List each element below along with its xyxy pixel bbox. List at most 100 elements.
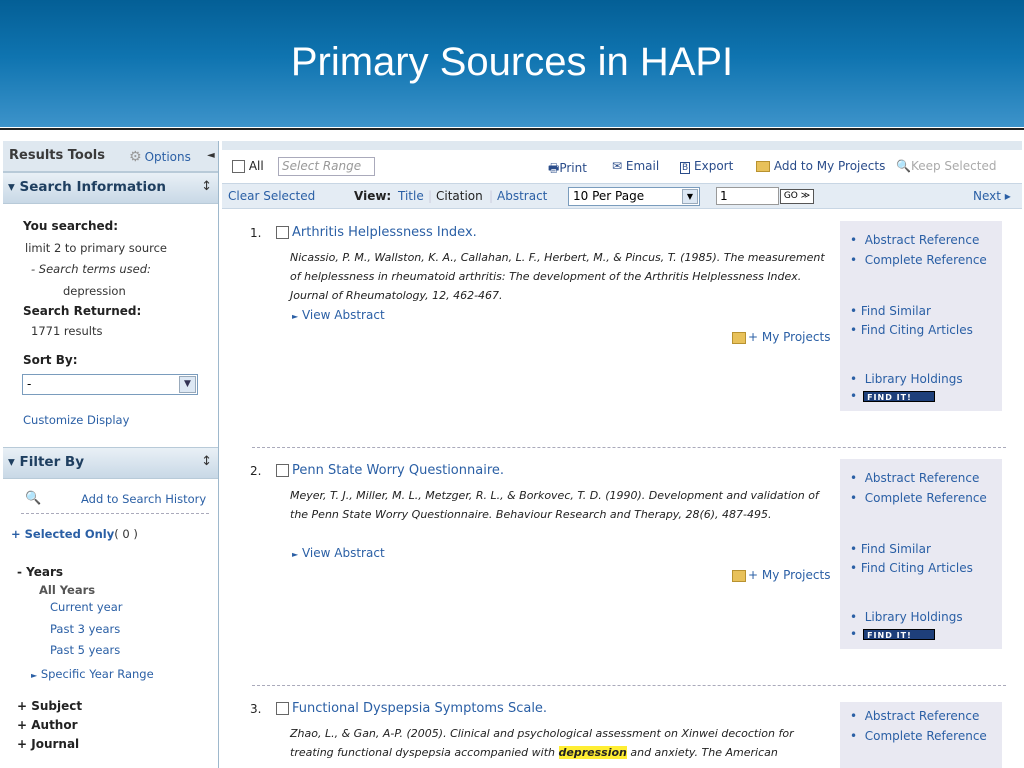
result-number: 1. — [250, 226, 262, 240]
complete-reference-link[interactable]: • Complete Reference — [850, 253, 987, 267]
result-citation: Zhao, L., & Gan, A-P. (2005). Clinical a… — [290, 727, 794, 759]
clear-selected-link[interactable]: Clear Selected — [228, 189, 315, 203]
result-checkbox[interactable] — [276, 226, 289, 239]
result-citation: Meyer, T. J., Miller, M. L., Metzger, R.… — [290, 489, 819, 521]
magnifier-add-icon: 🔍 — [25, 491, 42, 506]
keep-icon: 🔍 — [896, 159, 911, 173]
complete-reference-link[interactable]: • Complete Reference — [850, 729, 987, 743]
per-page-value: 10 Per Page — [573, 189, 645, 203]
result-title-link[interactable]: Arthritis Helplessness Index. — [292, 225, 477, 240]
printer-icon: 🖶 — [548, 161, 560, 175]
add-to-my-projects-link[interactable]: + My Projects — [732, 568, 830, 582]
export-icon: B — [680, 162, 691, 174]
find-it-badge: FIND IT! — [863, 391, 936, 402]
view-abstract-toggle[interactable]: ► View Abstract — [292, 308, 385, 322]
find-citing-articles-link[interactable]: • Find Citing Articles — [850, 323, 973, 337]
separator: | — [428, 189, 433, 203]
all-years-option[interactable]: All Years — [39, 583, 95, 597]
collapse-left-icon[interactable]: ◄ — [207, 150, 215, 161]
folder-add-icon — [732, 569, 746, 582]
current-year-option[interactable]: Current year — [50, 600, 123, 614]
result-side-links: • Abstract Reference • Complete Referenc… — [840, 459, 1002, 649]
years-filter[interactable]: - Years — [17, 565, 63, 579]
email-icon: ✉ — [612, 159, 623, 173]
customize-display-link[interactable]: Customize Display — [23, 413, 129, 427]
result-item: 3. Functional Dyspepsia Symptoms Scale. … — [222, 702, 1022, 768]
options-label: Options — [144, 150, 191, 164]
result-title-link[interactable]: Penn State Worry Questionnaire. — [292, 463, 504, 478]
view-citation-link[interactable]: Citation — [436, 189, 483, 203]
view-abstract-link[interactable]: Abstract — [497, 189, 547, 203]
library-holdings-link[interactable]: • Library Holdings — [850, 610, 963, 624]
slide-title: Primary Sources in HAPI — [290, 40, 734, 84]
result-side-links: • Abstract Reference • Complete Referenc… — [840, 221, 1002, 411]
result-divider — [252, 447, 1006, 448]
chevron-down-icon: ▼ — [682, 189, 698, 204]
slide-header: Primary Sources in HAPI — [0, 0, 1024, 127]
library-holdings-link[interactable]: • Library Holdings — [850, 372, 963, 386]
find-citing-articles-link[interactable]: • Find Citing Articles — [850, 561, 973, 575]
options-button[interactable]: ⚙ Options — [129, 149, 191, 165]
find-similar-link[interactable]: • Find Similar — [850, 304, 931, 318]
result-number: 2. — [250, 464, 262, 478]
search-information-title: ▾ Search Information — [8, 179, 167, 195]
find-it-button[interactable]: • FIND IT! — [850, 627, 936, 641]
abstract-reference-link[interactable]: • Abstract Reference — [850, 709, 979, 723]
find-similar-link[interactable]: • Find Similar — [850, 542, 931, 556]
header-divider — [0, 128, 1024, 130]
result-checkbox[interactable] — [276, 702, 289, 715]
resize-icon[interactable]: ↕ — [201, 179, 212, 194]
selected-only-filter[interactable]: + Selected Only( 0 ) — [11, 527, 138, 541]
result-number: 3. — [250, 702, 262, 716]
results-tools-bar: Results Tools ⚙ Options ◄ — [3, 141, 218, 172]
select-all-checkbox[interactable] — [232, 160, 245, 173]
filter-by-header[interactable]: ▾ Filter By ↕ — [3, 447, 218, 479]
search-returned-label: Search Returned: — [23, 304, 142, 318]
specific-year-range-link[interactable]: ► Specific Year Range — [31, 667, 154, 681]
add-to-my-projects-link[interactable]: + My Projects — [732, 330, 830, 344]
search-term-highlight: depression — [558, 746, 627, 759]
add-to-my-projects-button[interactable]: Add to My Projects — [756, 159, 885, 173]
print-button[interactable]: 🖶Print — [548, 159, 587, 180]
results-tools-label: Results Tools — [9, 148, 105, 163]
gear-icon: ⚙ — [129, 149, 142, 165]
chevron-down-icon: ▼ — [179, 376, 196, 393]
divider — [21, 513, 209, 514]
past-5-years-option[interactable]: Past 5 years — [50, 643, 120, 657]
abstract-reference-link[interactable]: • Abstract Reference — [850, 233, 979, 247]
result-checkbox[interactable] — [276, 464, 289, 477]
select-range-input[interactable]: Select Range — [278, 157, 375, 176]
select-all[interactable]: All — [232, 159, 264, 173]
page-number-input[interactable]: 1 — [716, 187, 779, 205]
abstract-reference-link[interactable]: • Abstract Reference — [850, 471, 979, 485]
view-title-link[interactable]: Title — [398, 189, 424, 203]
find-it-button[interactable]: • FIND IT! — [850, 389, 936, 403]
next-page-link[interactable]: Next ▸ — [973, 189, 1011, 203]
view-abstract-toggle[interactable]: ► View Abstract — [292, 546, 385, 560]
email-button[interactable]: ✉ Email — [612, 159, 659, 173]
search-returned-value: 1771 results — [31, 324, 103, 338]
complete-reference-link[interactable]: • Complete Reference — [850, 491, 987, 505]
export-button[interactable]: B Export — [680, 159, 733, 174]
separator: | — [489, 189, 494, 203]
you-searched-label: You searched: — [23, 219, 119, 233]
sort-by-value: - — [27, 377, 32, 391]
per-page-select[interactable]: 10 Per Page ▼ — [568, 187, 700, 206]
search-information-header[interactable]: ▾ Search Information ↕ — [3, 172, 218, 204]
sort-by-select[interactable]: - ▼ — [22, 374, 198, 395]
resize-icon[interactable]: ↕ — [201, 454, 212, 469]
past-3-years-option[interactable]: Past 3 years — [50, 622, 120, 636]
result-divider — [252, 685, 1006, 686]
search-terms-label: - Search terms used: — [31, 262, 151, 276]
go-button[interactable]: GO ≫ — [780, 189, 814, 204]
left-panel: Results Tools ⚙ Options ◄ ▾ Search Inform… — [3, 141, 219, 768]
add-to-search-history-link[interactable]: Add to Search History — [81, 492, 206, 506]
author-filter[interactable]: + Author — [17, 718, 78, 732]
journal-filter[interactable]: + Journal — [17, 737, 79, 751]
subject-filter[interactable]: + Subject — [17, 699, 82, 713]
keep-selected-button[interactable]: 🔍Keep Selected — [896, 159, 996, 173]
results-toolbar: All Select Range 🖶Print ✉ Email B Export… — [222, 154, 1022, 180]
result-title-link[interactable]: Functional Dyspepsia Symptoms Scale. — [292, 702, 547, 716]
result-citation: Nicassio, P. M., Wallston, K. A., Callah… — [290, 251, 825, 302]
folder-add-icon — [756, 161, 770, 172]
